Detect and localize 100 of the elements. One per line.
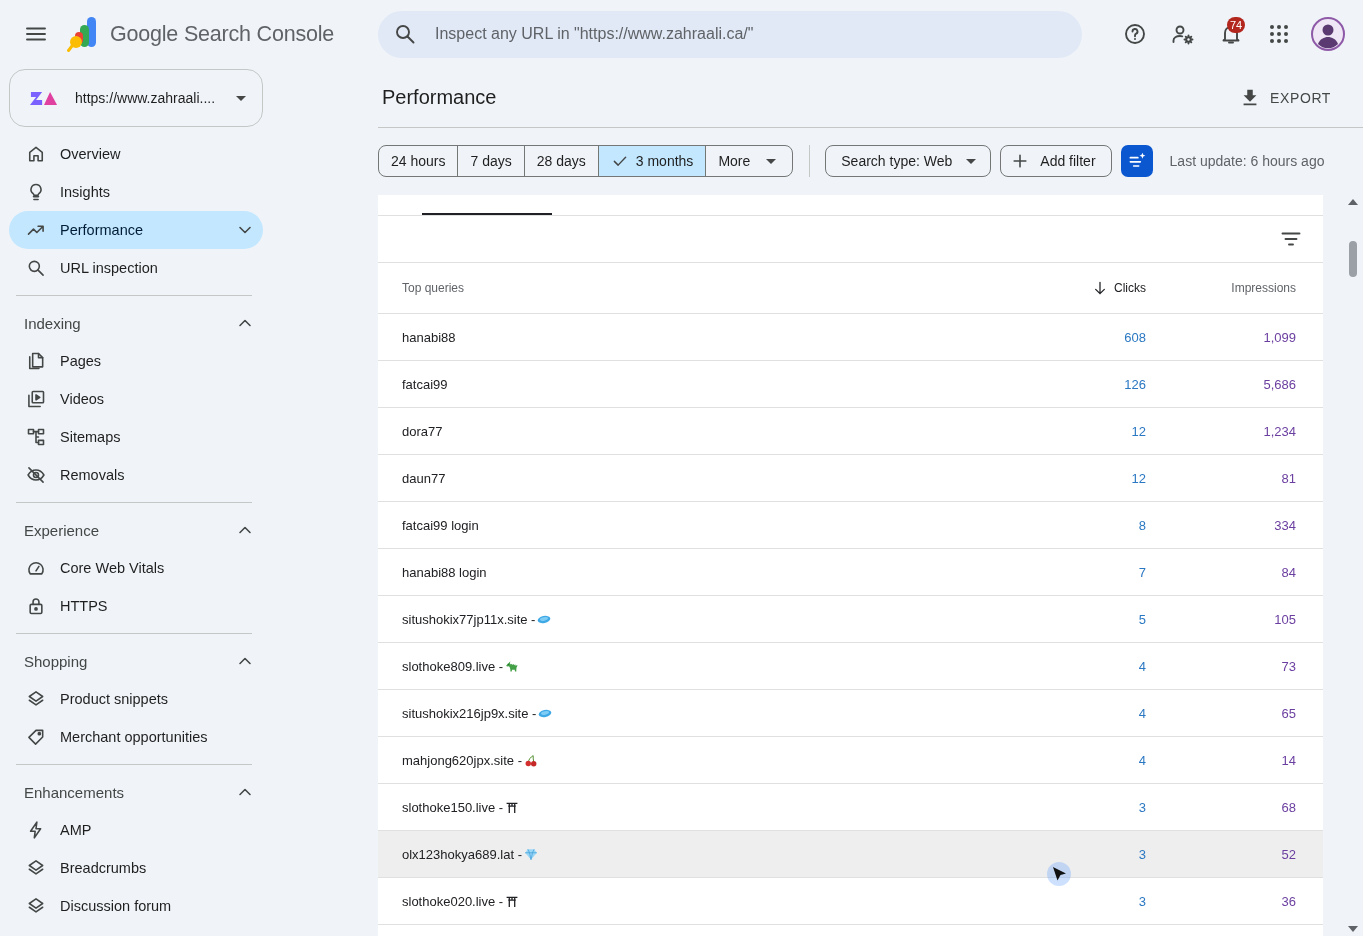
clicks-value: 8 [1138,517,1146,533]
query-text: hanabi88 [402,329,456,345]
column-header[interactable]: Impressions [1231,281,1296,295]
query-text: slothoke150.live - [402,799,504,815]
sidebar-item[interactable]: Videos [9,380,263,418]
search-field[interactable]: Inspect any URL in "https://www.zahraali.ca/" [378,10,1082,58]
help-icon [1123,22,1147,46]
apps-grid-icon [1267,22,1291,46]
tag-icon [26,727,46,747]
dragon-icon [505,659,520,673]
column-header[interactable]: Top queries [402,281,465,295]
avatar-icon[interactable] [1311,17,1345,51]
impressions-value: 36 [1281,893,1296,909]
query-text: dora77 [402,423,443,439]
table-row[interactable]: situshokix216jp9x.site - 4 65 [378,690,1323,737]
impressions-value: 105 [1274,611,1296,627]
more-dropdown[interactable]: More [705,146,793,176]
clicks-value: 3 [1138,799,1146,815]
sidebar-item[interactable]: Discussion forum [9,887,263,925]
table-row[interactable]: dora77 12 1,234 [378,408,1323,455]
cherries-icon [523,753,538,767]
impressions-value: 81 [1281,470,1296,486]
scroll-up-icon[interactable] [1348,199,1358,205]
table-row[interactable]: situshokix77jp11x.site - 5 105 [378,596,1323,643]
caret-down-icon [766,158,777,164]
sidebar-item[interactable]: HTTPS [9,587,263,625]
sidebar-item[interactable]: Merchant opportunities [9,718,263,756]
query-text: fatcai99 [402,376,448,392]
search-icon [393,22,417,46]
date-range-option[interactable]: 28 days [523,146,598,176]
arrow-down-icon [1092,280,1108,296]
query-text: fatcai99 login [402,517,479,533]
impressions-value: 14 [1281,752,1296,768]
table-row[interactable]: slothoke020.live - 3 36 [378,878,1323,925]
last-update-text: Last update: 6 hours ago [1169,152,1325,171]
sidebar-item[interactable]: Breadcrumbs [9,849,263,887]
sidebar-item[interactable]: Sitemaps [9,418,263,456]
query-text: slothoke020.live - [402,893,504,909]
section-header[interactable]: Shopping [9,642,263,680]
cursor-icon [1046,861,1072,887]
query-text: situshokix77jp11x.site - [402,611,536,627]
impressions-value: 68 [1281,799,1296,815]
table-row[interactable]: hanabi88 608 1,099 [378,314,1323,361]
sidebar-item[interactable]: Performance [9,211,263,249]
impressions-value: 52 [1281,846,1296,862]
clicks-value: 126 [1124,376,1146,392]
clicks-value: 4 [1138,658,1146,674]
table-row[interactable]: olx123hokya689.lat - 3 52 [378,831,1323,878]
date-range-option[interactable]: 24 hours [379,146,458,176]
search-icon [26,258,46,278]
impressions-value: 1,099 [1263,329,1296,345]
home-icon [26,144,46,164]
date-range-option[interactable]: 7 days [457,146,524,176]
clicks-value: 4 [1138,705,1146,721]
impressions-value: 65 [1281,705,1296,721]
query-text: situshokix216jp9x.site - [402,705,537,721]
table-row[interactable]: fatcai99 login 8 334 [378,502,1323,549]
table-row[interactable]: daun77 12 81 [378,455,1323,502]
section-header[interactable]: Enhancements [9,773,263,811]
impressions-value: 84 [1281,564,1296,580]
sidebar-item[interactable]: Core Web Vitals [9,549,263,587]
query-text: olx123hokya689.lat - [402,846,522,862]
video-library-icon [26,389,46,409]
query-text: hanabi88 login [402,564,487,580]
clicks-value: 12 [1131,470,1146,486]
query-text: daun77 [402,470,446,486]
impressions-value: 334 [1274,517,1296,533]
table-row[interactable]: fatcai99 126 5,686 [378,361,1323,408]
notifications-button[interactable]: 74 [1211,14,1251,54]
date-range-option[interactable]: 3 months [597,146,706,176]
sidebar-item[interactable]: Product snippets [9,680,263,718]
column-header[interactable]: Clicks [1092,280,1146,296]
caret-down-icon [966,158,977,164]
query-text: mahjong620jpx.site - [402,752,522,768]
filter-button[interactable] [1120,145,1153,177]
property-selector[interactable]: https://www.zahraali.... [9,69,263,127]
sidebar-item[interactable]: AMP [9,811,263,849]
scroll-down-icon[interactable] [1348,926,1358,932]
sidebar-item[interactable]: Pages [9,342,263,380]
add-filter-button[interactable]: Add filter [1000,145,1112,177]
sidebar-item[interactable]: Insights [9,173,263,211]
section-header[interactable]: Indexing [9,304,263,342]
section-header[interactable]: Experience [9,511,263,549]
table-row[interactable]: mahjong620jpx.site - 4 14 [378,737,1323,784]
clicks-value: 608 [1124,329,1146,345]
table-row[interactable]: slothoke809.live - 4 73 [378,643,1323,690]
clicks-value: 3 [1138,893,1146,909]
query-text: slothoke809.live - [402,658,504,674]
scrollbar-thumb[interactable] [1349,241,1357,277]
search-type-dropdown[interactable]: Search type: Web [825,145,992,177]
export-button[interactable]: EXPORT [1239,80,1331,115]
clicks-value: 5 [1138,611,1146,627]
sidebar-item[interactable]: Removals [9,456,263,494]
sidebar-item[interactable]: URL inspection [9,249,263,287]
table-row[interactable]: hanabi88 login 7 84 [378,549,1323,596]
clicks-value: 4 [1138,752,1146,768]
sidebar-item[interactable]: Overview [9,135,263,173]
clicks-value: 3 [1138,846,1146,862]
caret-down-icon [236,95,246,101]
pages-icon [26,351,46,371]
